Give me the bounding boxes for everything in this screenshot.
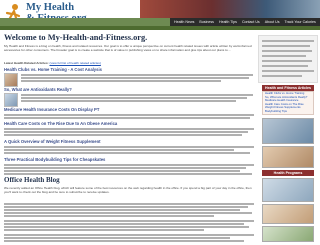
sidebar-program-image[interactable] [262, 204, 314, 224]
article-snippet-line [4, 226, 249, 228]
nav-business[interactable]: Business [199, 18, 214, 26]
blog-paragraph: We recently added an Office Health blog,… [4, 186, 252, 194]
article-snippet-line [4, 173, 252, 175]
article-snippet-line [21, 77, 249, 79]
article-snippet-line [4, 206, 248, 208]
nav-health-tips[interactable]: Health Tips [219, 18, 237, 26]
latest-articles-line: Latest Health Related Articles: (view fu… [4, 61, 254, 65]
sidebar-articles-box: Health and Fitness Articles Health Clubs… [262, 85, 314, 115]
article-snippet-line [21, 97, 247, 99]
nav-track-calories[interactable]: Track Your Calories [285, 18, 316, 26]
header-banner-image [140, 0, 320, 18]
sidebar-program-image[interactable] [262, 226, 314, 242]
article-snippet-line [4, 234, 254, 236]
intro-paragraph: My Health and Fitness is a blog on healt… [4, 44, 252, 52]
nav-bar: Health News Business Health Tips Contact… [0, 18, 320, 26]
nav-bar-left [0, 18, 170, 26]
article-snippet-line [4, 117, 250, 119]
sidebar-image [262, 118, 314, 144]
article-snippet-line [4, 223, 244, 225]
article-snippet-line [4, 131, 248, 133]
sidebar-article-link[interactable]: Bodybuilding Tips [263, 110, 313, 114]
latest-articles-label: Latest Health Related Articles: [4, 61, 49, 65]
article-snippet-line [4, 237, 230, 239]
article-snippet-line [4, 203, 254, 205]
article-snippet-line [21, 74, 253, 76]
article-thumbnail-2 [4, 93, 18, 107]
sidebar-image [262, 146, 314, 168]
sidebar-articles-title: Health and Fitness Articles [262, 85, 314, 91]
page-title: Welcome to My-Health-and-Fitness.org. [4, 33, 148, 42]
article-snippet-line [4, 164, 254, 166]
blog-heading: Office Health Blog [4, 176, 60, 184]
article-snippet-line [4, 212, 252, 214]
article-snippet-line [4, 128, 254, 130]
article-snippet-line [4, 114, 254, 116]
article-title-4[interactable]: Health Care Costs on The Rise Due to An … [4, 121, 117, 126]
view-all-articles-link[interactable]: (view full list of health related articl… [49, 61, 100, 65]
article-title-2[interactable]: So, What are Antioxidants Really? [4, 87, 72, 92]
article-snippet-line [4, 240, 244, 242]
sidebar-program-image[interactable] [262, 178, 314, 202]
header-divider [0, 26, 320, 30]
article-snippet-line [21, 80, 221, 82]
article-snippet-line [4, 209, 240, 211]
nav-contact-us[interactable]: Contact Us [242, 18, 260, 26]
article-snippet-line [4, 152, 250, 154]
nav-menu: Health News Business Health Tips Contact… [170, 18, 320, 26]
article-thumbnail-1 [4, 73, 18, 87]
article-snippet-line [4, 167, 246, 169]
article-snippet-line [4, 215, 214, 217]
article-snippet-line [4, 134, 242, 136]
article-snippet-line [4, 149, 234, 151]
sidebar-programs-title: Health Programs [262, 170, 314, 176]
article-title-6[interactable]: Three Practical Bodybuilding Tips for Ch… [4, 157, 105, 162]
article-title-1[interactable]: Health Clubs vs. Home Training - A Cost … [4, 67, 102, 72]
nav-health-news[interactable]: Health News [174, 18, 194, 26]
article-snippet-line [4, 170, 240, 172]
logo-line-1: My Health [26, 2, 75, 13]
article-snippet-line [4, 146, 254, 148]
sidebar-ad-box [258, 35, 318, 83]
nav-about-us[interactable]: About Us [265, 18, 280, 26]
article-snippet-line [21, 94, 253, 96]
article-snippet-line [4, 229, 204, 231]
article-snippet-line [21, 100, 236, 102]
page: My Health & Fitness.org Health News Busi… [0, 0, 320, 245]
sidebar-programs-box: Health Programs [262, 170, 314, 176]
article-snippet-line [4, 220, 254, 222]
article-title-5[interactable]: A Quick Overview of Weight Fitness Suppl… [4, 139, 101, 144]
article-title-3[interactable]: Medicare Health Insurance Costs On Displ… [4, 107, 99, 112]
